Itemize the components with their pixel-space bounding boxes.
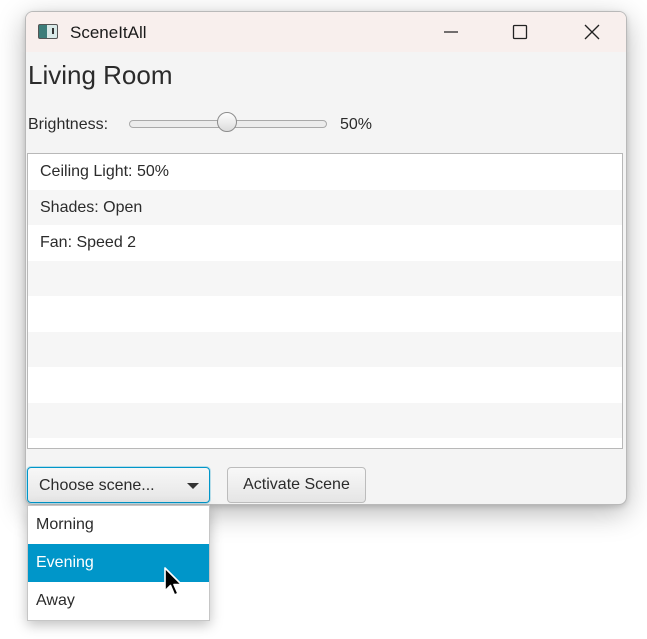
list-item[interactable]: Shades: Open: [28, 189, 622, 225]
maximize-button[interactable]: [488, 12, 552, 52]
mouse-pointer-icon: [164, 567, 183, 596]
list-item[interactable]: [28, 331, 622, 367]
scene-option-morning[interactable]: Morning: [28, 506, 209, 544]
maximize-icon: [512, 24, 528, 40]
app-icon: [38, 24, 58, 39]
room-title: Living Room: [28, 60, 173, 90]
scene-dropdown-popup: Morning Evening Away: [27, 505, 210, 621]
list-item[interactable]: [28, 402, 622, 438]
title-bar[interactable]: SceneItAll: [26, 12, 626, 52]
window-title: SceneItAll: [70, 23, 147, 42]
activate-scene-button[interactable]: Activate Scene: [227, 467, 366, 503]
list-item[interactable]: [28, 438, 622, 448]
brightness-value: 50%: [340, 116, 373, 133]
list-item[interactable]: [28, 296, 622, 332]
brightness-slider-thumb[interactable]: [217, 112, 237, 132]
list-item[interactable]: [28, 260, 622, 296]
brightness-label: Brightness:: [28, 116, 109, 133]
scene-combo-box[interactable]: Choose scene...: [27, 467, 210, 503]
list-item[interactable]: [28, 367, 622, 403]
close-button[interactable]: [560, 12, 624, 52]
list-item[interactable]: Fan: Speed 2: [28, 225, 622, 261]
app-window: SceneItAll Living Room Brightness: 50% C…: [25, 11, 627, 505]
device-list[interactable]: Ceiling Light: 50% Shades: Open Fan: Speed…: [27, 153, 623, 449]
list-item[interactable]: Ceiling Light: 50%: [28, 154, 622, 190]
minimize-icon: [444, 31, 458, 33]
chevron-down-icon: [187, 483, 199, 489]
minimize-button[interactable]: [419, 12, 483, 52]
scene-combo-text: Choose scene...: [39, 477, 155, 494]
close-icon: [584, 24, 600, 40]
